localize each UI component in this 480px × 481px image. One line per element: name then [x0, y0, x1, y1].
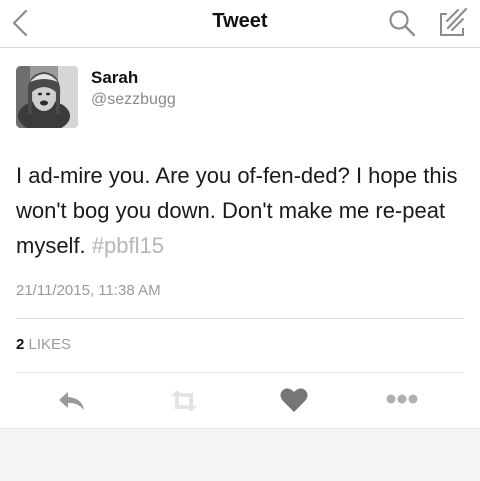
avatar-photo: [16, 66, 78, 128]
divider: [16, 318, 464, 319]
user-name[interactable]: Sarah: [91, 68, 138, 88]
likes-count[interactable]: 2 LIKES: [16, 336, 71, 353]
tweet-text: I ad-mire you. Are you of-fen-ded? I hop…: [16, 158, 471, 263]
likes-number: 2: [16, 336, 25, 353]
more-icon[interactable]: [386, 392, 418, 406]
avatar[interactable]: [16, 66, 78, 128]
tweet-timestamp: 21/11/2015, 11:38 AM: [16, 282, 161, 299]
tweet-body: I ad-mire you. Are you of-fen-ded? I hop…: [16, 163, 458, 258]
search-icon[interactable]: [387, 8, 417, 38]
navigation-bar: Tweet: [0, 0, 480, 48]
retweet-icon[interactable]: [169, 389, 199, 413]
footer-area: [0, 428, 480, 481]
heart-icon[interactable]: [280, 387, 308, 413]
compose-icon[interactable]: [437, 6, 469, 38]
divider: [16, 372, 464, 373]
likes-label: LIKES: [28, 336, 72, 353]
user-handle[interactable]: @sezzbugg: [91, 91, 176, 109]
hashtag-link[interactable]: #pbfl15: [92, 233, 164, 258]
reply-icon[interactable]: [57, 389, 87, 413]
